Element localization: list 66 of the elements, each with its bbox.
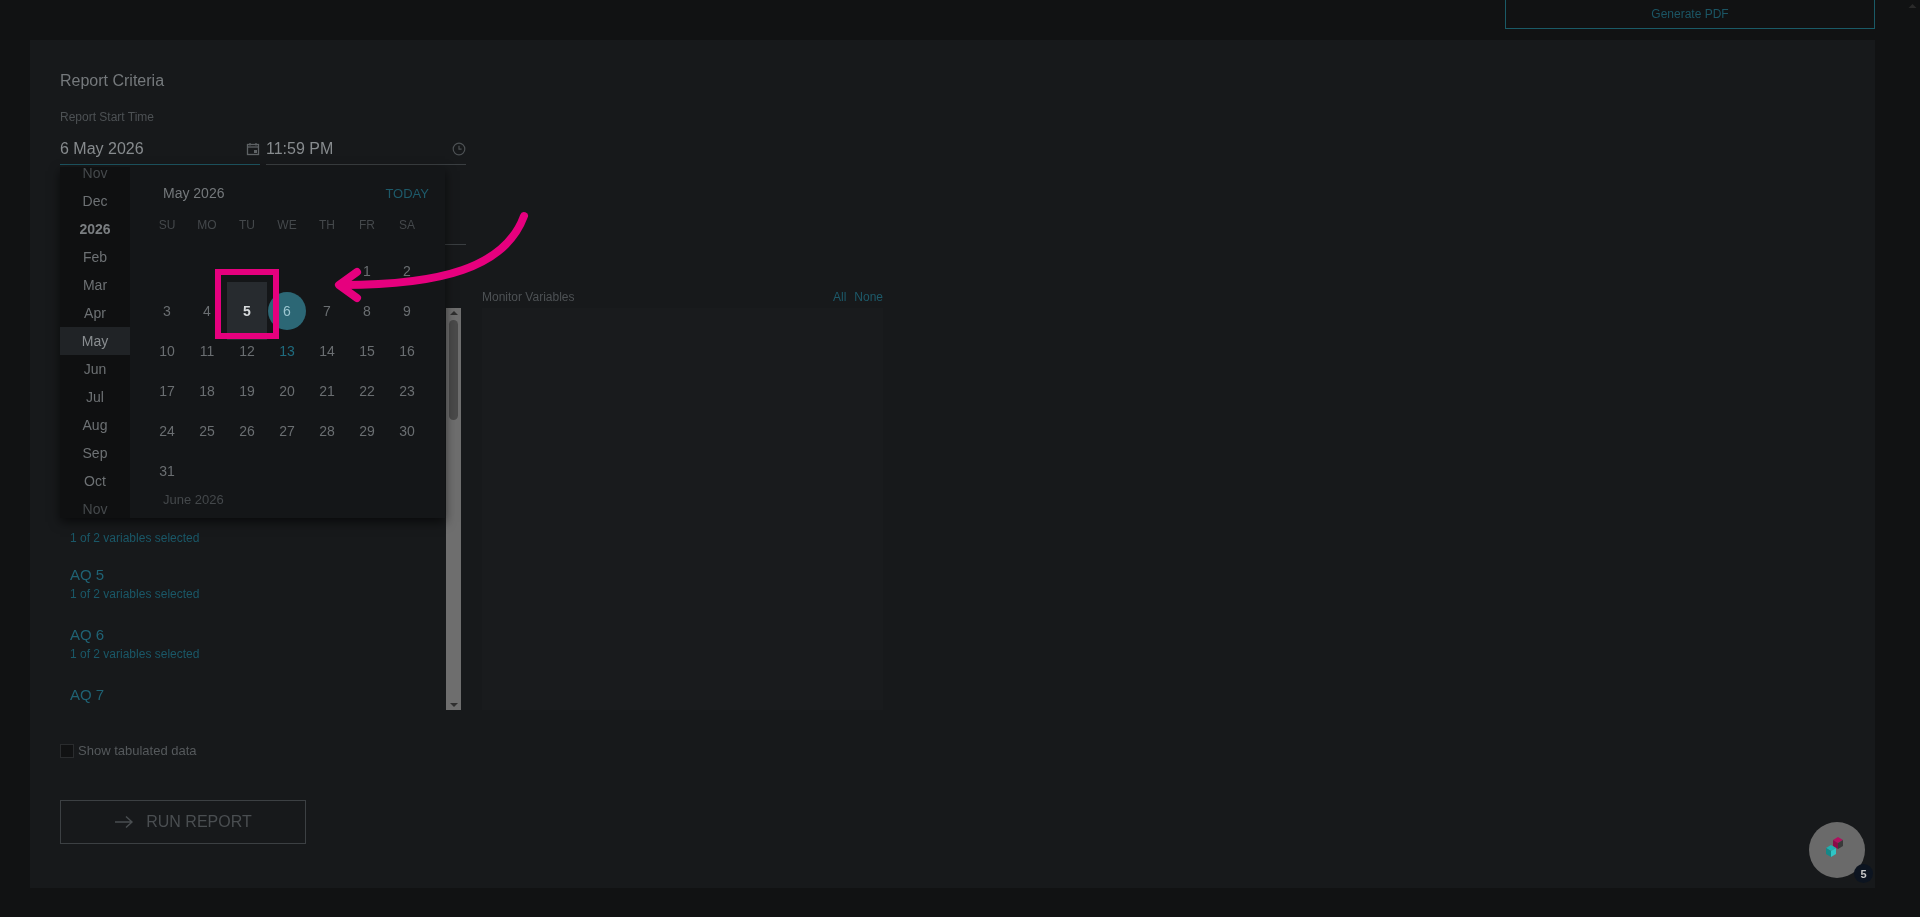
time-field[interactable]: 11:59 PM <box>266 134 466 165</box>
arrow-right-icon <box>114 815 135 829</box>
day-cell[interactable]: 24 <box>148 412 186 450</box>
day-cell[interactable]: 14 <box>308 332 346 370</box>
scroll-thumb[interactable] <box>449 320 458 420</box>
day-cell[interactable]: 22 <box>348 372 386 410</box>
month-item[interactable]: Jun <box>60 355 130 383</box>
day-cell[interactable]: 20 <box>268 372 306 410</box>
month-item[interactable]: Jul <box>60 383 130 411</box>
month-item[interactable]: Feb <box>60 243 130 271</box>
day-cell[interactable]: 3 <box>148 292 186 330</box>
day-cell[interactable]: 10 <box>148 332 186 370</box>
generate-pdf-button[interactable]: Generate PDF <box>1505 0 1875 29</box>
day-cell[interactable]: 23 <box>388 372 426 410</box>
day-cell[interactable]: 5 <box>227 282 267 340</box>
select-all-link[interactable]: All <box>832 289 847 304</box>
month-item[interactable]: Sep <box>60 439 130 467</box>
day-cell[interactable]: 11 <box>188 332 226 370</box>
date-field[interactable]: 6 May 2026 <box>60 134 260 165</box>
month-item[interactable]: Mar <box>60 271 130 299</box>
highlight-box <box>215 269 279 339</box>
month-item[interactable]: Apr <box>60 299 130 327</box>
checkbox[interactable] <box>60 743 74 758</box>
month-item[interactable]: Dec <box>60 187 130 215</box>
calendar-icon <box>246 142 260 156</box>
day-cell[interactable]: 7 <box>308 292 346 330</box>
day-cell[interactable]: 1 <box>348 252 386 290</box>
day-cell[interactable]: 18 <box>188 372 226 410</box>
day-cell[interactable]: 8 <box>348 292 386 330</box>
month-item[interactable]: Oct <box>60 467 130 495</box>
day-cell[interactable]: 9 <box>388 292 426 330</box>
day-cell[interactable]: 28 <box>308 412 346 450</box>
section-title: Report Criteria <box>60 72 166 90</box>
day-cell[interactable]: 21 <box>308 372 346 410</box>
day-cell[interactable]: 26 <box>228 412 266 450</box>
day-cell[interactable]: 15 <box>348 332 386 370</box>
scrollbar[interactable] <box>446 308 461 710</box>
day-cell[interactable]: 30 <box>388 412 426 450</box>
month-title: May 2026 <box>163 185 225 201</box>
select-none-link[interactable]: None <box>854 289 883 304</box>
variables-count: 1 of 2 variables selected <box>70 587 201 601</box>
month-item[interactable]: Aug <box>60 411 130 439</box>
today-button[interactable]: TODAY <box>385 185 429 201</box>
day-cell[interactable]: 16 <box>388 332 426 370</box>
day-cell[interactable]: 31 <box>148 452 186 490</box>
day-cell[interactable]: 25 <box>188 412 226 450</box>
monitor-variables-title: Monitor Variables <box>482 289 575 304</box>
month-item[interactable]: Nov <box>60 167 130 187</box>
monitor-name[interactable]: AQ 6 <box>70 626 446 643</box>
field-label: Report Start Time <box>60 110 156 124</box>
variables-count: 1 of 2 variables selected <box>70 647 201 661</box>
day-cell[interactable]: 4 <box>188 292 226 330</box>
day-cell[interactable]: 2 <box>388 252 426 290</box>
month-item[interactable]: May <box>60 327 130 355</box>
day-cell[interactable]: 13 <box>268 332 306 370</box>
month-item[interactable]: Nov <box>60 495 130 518</box>
day-cell[interactable]: 29 <box>348 412 386 450</box>
day-cell[interactable]: 17 <box>148 372 186 410</box>
year-label[interactable]: 2026 <box>60 215 130 243</box>
day-cell[interactable]: 27 <box>268 412 306 450</box>
clock-icon <box>452 142 466 156</box>
variables-count: 1 of 2 variables selected <box>70 531 201 545</box>
monitor-name[interactable]: AQ 7 <box>70 686 446 703</box>
day-cell[interactable]: 19 <box>228 372 266 410</box>
checkbox-label: Show tabulated data <box>78 743 197 758</box>
monitor-name[interactable]: AQ 5 <box>70 566 446 583</box>
